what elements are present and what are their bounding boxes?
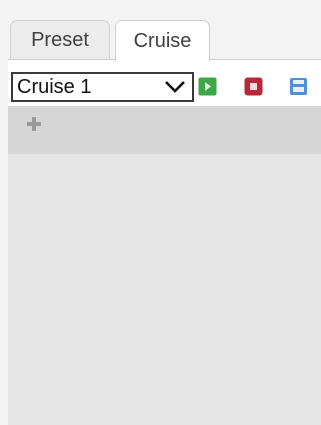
tab-cruise[interactable]: Cruise	[115, 20, 210, 61]
ptz-control-panel: Preset Cruise Cruise 1	[0, 0, 321, 425]
stop-cruise-button[interactable]	[244, 77, 263, 96]
tab-preset-label: Preset	[31, 29, 89, 51]
cruise-select[interactable]: Cruise 1	[11, 72, 194, 102]
cruise-point-list	[8, 154, 321, 425]
tab-strip: Preset Cruise	[8, 0, 321, 61]
add-cruise-point-button[interactable]	[26, 116, 42, 132]
chevron-down-icon	[162, 74, 188, 100]
save-cruise-button[interactable]	[289, 77, 308, 96]
add-cruise-point-bar	[8, 106, 321, 154]
tab-preset[interactable]: Preset	[10, 20, 110, 60]
cruise-toolbar: Cruise 1	[8, 60, 321, 106]
tab-cruise-label: Cruise	[133, 29, 192, 52]
stop-icon	[244, 77, 263, 96]
play-icon	[198, 77, 217, 96]
save-icon	[290, 78, 307, 95]
cruise-select-value: Cruise 1	[17, 76, 92, 98]
plus-icon	[27, 117, 41, 131]
start-cruise-button[interactable]	[198, 77, 217, 96]
panel-left-edge	[0, 0, 8, 425]
